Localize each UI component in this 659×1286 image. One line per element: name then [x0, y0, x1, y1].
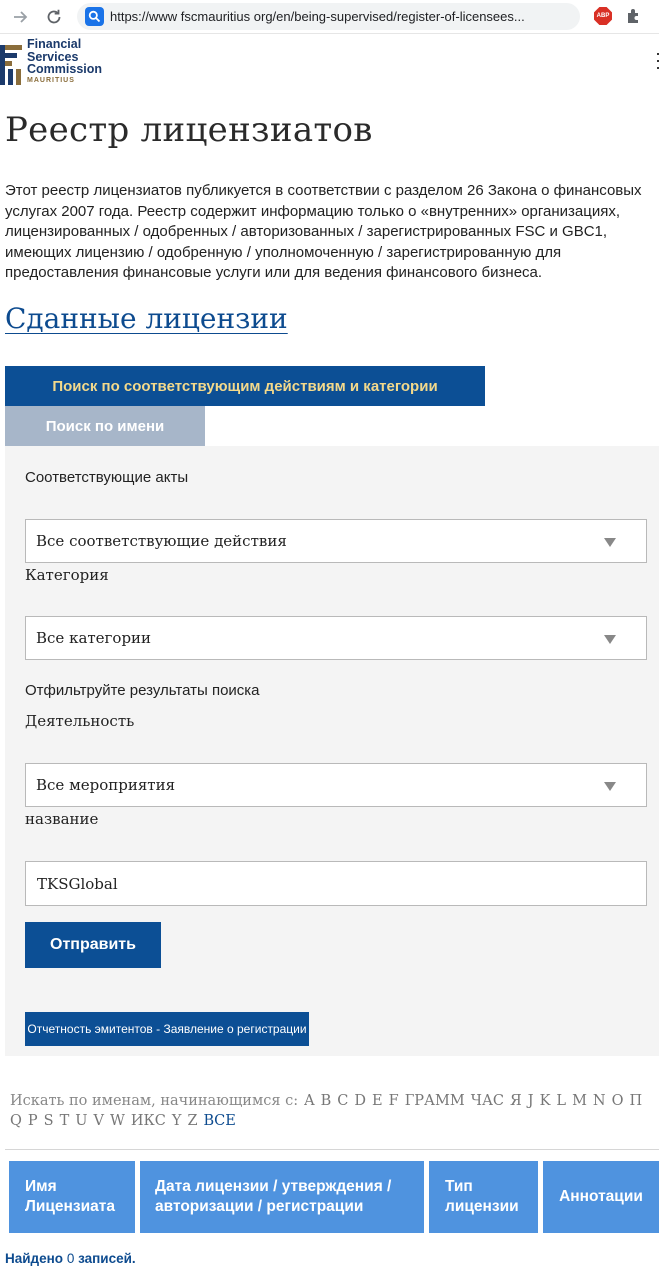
category-select[interactable]: Все категории: [25, 616, 647, 660]
column-header-annotations[interactable]: Аннотации: [543, 1161, 659, 1233]
intro-paragraph: Этот реестр лицензиатов публикуется в со…: [5, 182, 642, 281]
letter-link[interactable]: D: [354, 1093, 366, 1109]
letter-link[interactable]: Y: [172, 1113, 182, 1129]
logo-line-financial: Financial: [27, 37, 82, 51]
browser-toolbar: https://www fscmauritius org/en/being-su…: [0, 0, 659, 34]
letter-link[interactable]: ИКС: [131, 1113, 166, 1129]
alphabet-prefix: Искать по именам, начинающимся с:: [10, 1093, 299, 1109]
site-header: Financial Services Commission MAURITIUS: [0, 35, 659, 91]
issuer-reporting-button[interactable]: Отчетность эмитентов - Заявление о регис…: [25, 1012, 309, 1046]
letter-link[interactable]: O: [612, 1093, 624, 1109]
letter-link[interactable]: J: [528, 1093, 534, 1109]
letter-link[interactable]: U: [75, 1113, 87, 1129]
url-text: https://www fscmauritius org/en/being-su…: [110, 9, 525, 24]
chevron-down-icon: [604, 782, 616, 791]
divider: [5, 1149, 659, 1150]
chevron-down-icon: [604, 635, 616, 644]
letter-link[interactable]: Я: [510, 1093, 522, 1109]
letter-link[interactable]: C: [337, 1093, 348, 1109]
alphabet-row-2: Q P S T U V W ИКС Y Z ВСЕ: [10, 1113, 242, 1129]
address-bar[interactable]: https://www fscmauritius org/en/being-su…: [77, 3, 580, 30]
column-header-license-date[interactable]: Дата лицензии / утверждения / авторизаци…: [140, 1161, 424, 1233]
column-header-license-type[interactable]: Тип лицензии: [429, 1161, 538, 1233]
letter-link[interactable]: ЧАС: [471, 1093, 504, 1109]
letter-link[interactable]: Q: [10, 1113, 22, 1129]
letter-link[interactable]: W: [110, 1113, 125, 1129]
name-label: название: [25, 810, 99, 828]
page-title: Реестр лицензиатов: [5, 110, 373, 150]
letter-link[interactable]: Z: [187, 1113, 197, 1129]
tab-search-by-name[interactable]: Поиск по имени: [5, 406, 205, 446]
surrendered-licenses-link[interactable]: Сданные лицензии: [5, 302, 288, 335]
letter-link[interactable]: M: [572, 1093, 587, 1109]
letter-link[interactable]: T: [60, 1113, 70, 1129]
menu-icon[interactable]: [654, 47, 659, 75]
logo-line-commission: Commission: [27, 62, 103, 76]
letter-link[interactable]: N: [593, 1093, 606, 1109]
search-icon: [85, 7, 104, 26]
letter-link-all[interactable]: ВСЕ: [204, 1113, 236, 1129]
letter-link[interactable]: K: [540, 1093, 551, 1109]
activity-label: Деятельность: [25, 712, 135, 730]
results-suffix: записей.: [78, 1251, 136, 1266]
acts-label: Соответствующие акты: [25, 469, 189, 486]
extensions-puzzle-icon[interactable]: [625, 7, 643, 25]
letter-link[interactable]: F: [389, 1093, 399, 1109]
chevron-down-icon: [604, 538, 616, 547]
fsc-logo-text[interactable]: Financial Services Commission MAURITIUS: [27, 38, 102, 85]
letter-link[interactable]: П: [630, 1093, 643, 1109]
letter-link[interactable]: L: [556, 1093, 566, 1109]
letter-link[interactable]: B: [321, 1093, 332, 1109]
acts-select-value: Все соответствующие действия: [36, 532, 287, 550]
reload-icon[interactable]: [41, 4, 67, 30]
activity-select-value: Все мероприятия: [36, 776, 176, 794]
filter-label: Отфильтруйте результаты поиска: [25, 682, 260, 699]
category-label: Категория: [25, 566, 109, 584]
search-panel: Соответствующие акты Все соответствующие…: [5, 446, 659, 1056]
logo-line-mauritius: MAURITIUS: [27, 76, 75, 84]
letter-link[interactable]: E: [372, 1093, 383, 1109]
category-select-value: Все категории: [36, 629, 152, 647]
letter-link[interactable]: ГРАММ: [405, 1093, 465, 1109]
results-prefix: Найдено: [5, 1251, 64, 1266]
adblock-icon[interactable]: ABP: [594, 7, 612, 25]
letter-link[interactable]: S: [44, 1113, 54, 1129]
results-number: 0: [66, 1251, 75, 1266]
tab-search-by-acts[interactable]: Поиск по соответствующим действиям и кат…: [5, 366, 485, 406]
acts-select[interactable]: Все соответствующие действия: [25, 519, 647, 563]
alphabet-row-1: Искать по именам, начинающимся с: A B C …: [10, 1093, 648, 1109]
column-header-licensee-name[interactable]: Имя Лицензиата: [9, 1161, 135, 1233]
letter-link[interactable]: V: [94, 1113, 104, 1129]
letter-link[interactable]: P: [28, 1113, 38, 1129]
name-input[interactable]: TKSGlobal: [25, 861, 647, 906]
activity-select[interactable]: Все мероприятия: [25, 763, 647, 807]
results-count: Найдено 0 записей.: [5, 1251, 136, 1266]
forward-icon[interactable]: [8, 4, 34, 30]
submit-button[interactable]: Отправить: [25, 922, 161, 968]
fsc-logo-mark-icon[interactable]: [0, 41, 22, 85]
letter-link[interactable]: A: [304, 1093, 314, 1109]
